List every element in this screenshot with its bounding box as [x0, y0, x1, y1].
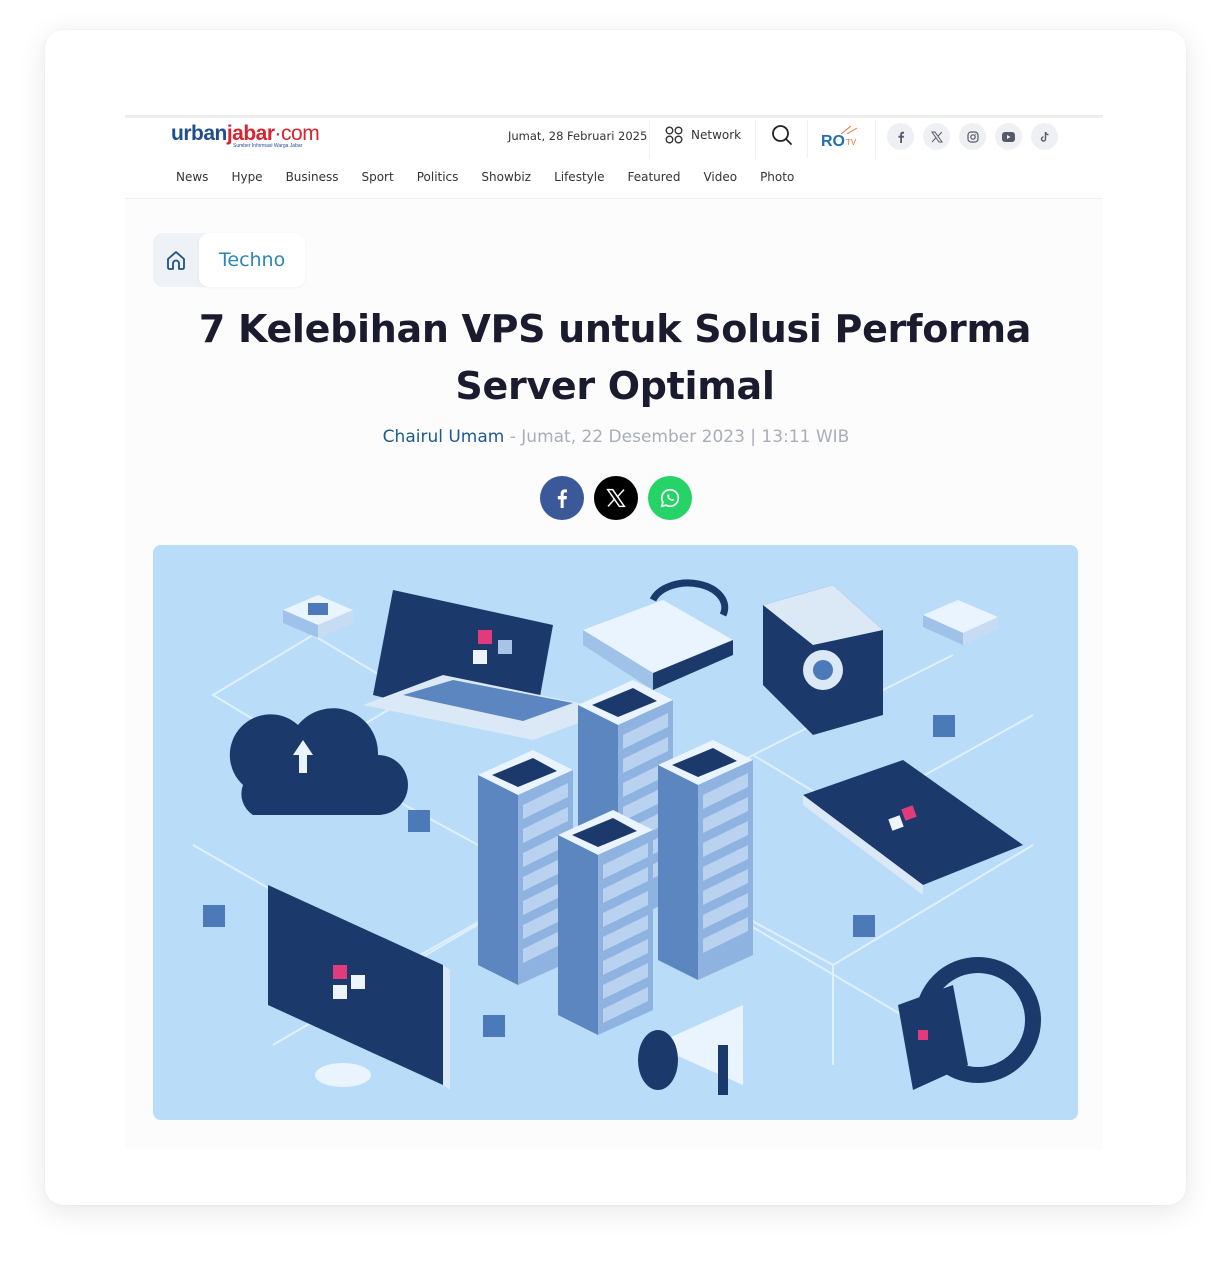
nav-item-politics[interactable]: Politics	[417, 170, 459, 184]
breadcrumb-home[interactable]	[153, 233, 199, 287]
article-byline: Chairul Umam - Jumat, 22 Desember 2023 |…	[125, 427, 1107, 447]
share-buttons	[540, 476, 692, 520]
instagram-link[interactable]	[959, 123, 986, 150]
ro-tv-logo[interactable]: RO TV	[821, 124, 861, 150]
publish-date: Jumat, 22 Desember 2023 | 13:11 WIB	[521, 427, 850, 447]
network-button[interactable]: Network	[665, 126, 741, 144]
author-link[interactable]: Chairul Umam	[383, 427, 505, 447]
server-illustration	[153, 545, 1078, 1120]
tiktok-link[interactable]	[1031, 123, 1058, 150]
logo-tagline: Sumber Informasi Warga Jabar	[233, 143, 303, 149]
x-link[interactable]	[923, 123, 950, 150]
article: Techno 7 Kelebihan VPS untuk Solusi Perf…	[125, 199, 1103, 1149]
divider	[649, 120, 650, 158]
nav-item-showbiz[interactable]: Showbiz	[481, 170, 531, 184]
byline-separator: -	[504, 427, 522, 447]
share-whatsapp-button[interactable]	[648, 476, 692, 520]
whatsapp-icon	[660, 488, 680, 508]
nav-item-video[interactable]: Video	[703, 170, 737, 184]
nav-item-photo[interactable]: Photo	[760, 170, 794, 184]
social-links	[887, 123, 1058, 150]
nav-item-lifestyle[interactable]: Lifestyle	[554, 170, 604, 184]
divider	[755, 120, 756, 158]
instagram-icon	[966, 130, 979, 143]
svg-text:RO: RO	[821, 133, 845, 150]
home-icon	[167, 251, 185, 270]
nav-item-news[interactable]: News	[176, 170, 208, 184]
server-rack-side	[478, 775, 518, 985]
current-date: Jumat, 28 Februari 2025	[508, 129, 648, 143]
nav-item-featured[interactable]: Featured	[627, 170, 680, 184]
facebook-icon	[898, 131, 904, 143]
article-title: 7 Kelebihan VPS untuk Solusi Performa Se…	[198, 307, 1032, 408]
breadcrumb-category[interactable]: Techno	[199, 233, 306, 287]
search-icon	[772, 125, 792, 145]
nav-item-hype[interactable]: Hype	[231, 170, 262, 184]
youtube-icon	[1002, 131, 1015, 142]
nav-item-business[interactable]: Business	[286, 170, 339, 184]
facebook-icon	[557, 489, 567, 508]
server-rack-side	[558, 835, 598, 1035]
network-label: Network	[691, 128, 742, 142]
svg-text:TV: TV	[846, 138, 857, 147]
share-facebook-button[interactable]	[540, 476, 584, 520]
tiktok-icon	[1040, 131, 1049, 142]
share-x-button[interactable]	[594, 476, 638, 520]
divider	[807, 120, 808, 158]
grid-circles-icon	[665, 126, 683, 144]
facebook-link[interactable]	[887, 123, 914, 150]
hero-image	[153, 545, 1078, 1120]
x-icon	[930, 131, 943, 142]
youtube-link[interactable]	[995, 123, 1022, 150]
nav-item-sport[interactable]: Sport	[361, 170, 393, 184]
divider	[875, 120, 876, 158]
search-button[interactable]	[771, 124, 793, 146]
site-header: urbanjabar·com Sumber Informasi Warga Ja…	[125, 118, 1103, 199]
x-icon	[606, 488, 626, 508]
main-nav: News Hype Business Sport Politics Showbi…	[176, 170, 817, 184]
breadcrumb: Techno	[153, 233, 306, 287]
server-rack-side	[658, 765, 698, 980]
